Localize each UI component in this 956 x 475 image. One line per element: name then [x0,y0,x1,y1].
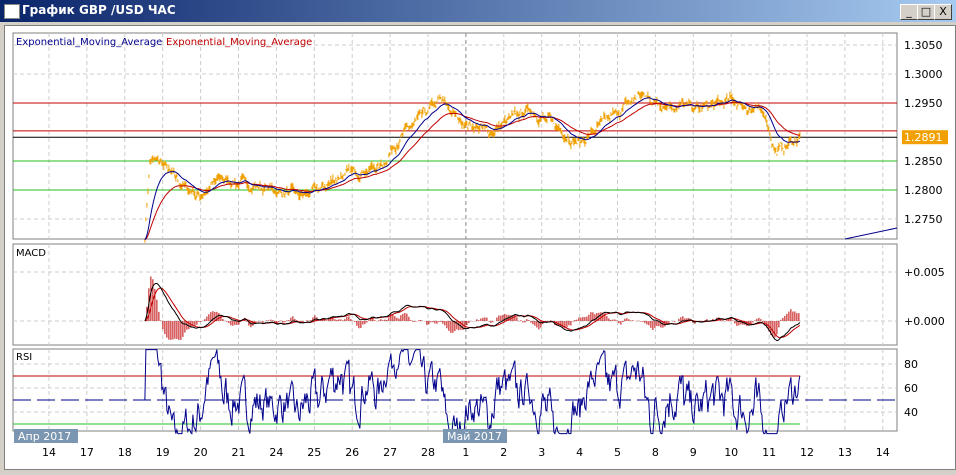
price-axis-label: 1.2950 [904,97,943,110]
date-tick-label: 24 [269,446,283,459]
rsi-axis-label: 60 [904,382,918,395]
date-tick-label: 9 [690,446,697,459]
price-axis-label: 1.2800 [904,184,943,197]
date-tick-label: 17 [80,446,94,459]
date-tick-label: 5 [614,446,621,459]
date-tick-label: 12 [800,446,814,459]
month-label: Апр 2017 [18,430,71,443]
date-tick-label: 3 [538,446,545,459]
month-label: Май 2017 [447,430,502,443]
macd-axis-label: +0.005 [904,266,945,279]
price-axis-label: 1.3050 [904,39,943,52]
date-tick-label: 26 [345,446,359,459]
current-price-label: 1.2891 [904,131,943,144]
date-tick-label: 19 [156,446,170,459]
price-axis-label: 1.3000 [904,68,943,81]
date-tick-label: 18 [118,446,132,459]
price-panel [12,32,898,240]
rsi-label: RSI [16,352,32,363]
date-tick-label: 11 [762,446,776,459]
price-axis-label: 1.2750 [904,213,943,226]
date-tick-label: 25 [307,446,321,459]
chart-canvas[interactable]: Exponential_Moving_Average Exponential_M… [0,0,956,475]
rsi-axis-label: 40 [904,406,918,419]
date-tick-label: 21 [232,446,246,459]
date-tick-label: 14 [42,446,56,459]
macd-axis-label: +0.000 [904,315,945,328]
date-tick-label: 2 [500,446,507,459]
date-tick-label: 13 [838,446,852,459]
date-tick-label: 14 [876,446,890,459]
date-tick-label: 20 [194,446,208,459]
rsi-axis-label: 80 [904,358,918,371]
date-tick-label: 4 [576,446,583,459]
date-tick-label: 10 [724,446,738,459]
date-tick-label: 27 [383,446,397,459]
macd-label: MACD [16,248,46,259]
price-axis-label: 1.2850 [904,155,943,168]
date-tick-label: 1 [462,446,469,459]
date-tick-label: 28 [421,446,435,459]
date-tick-label: 8 [652,446,659,459]
legend-ema-slow: Exponential_Moving_Average [166,37,312,48]
legend-ema-fast: Exponential_Moving_Average [16,37,162,48]
